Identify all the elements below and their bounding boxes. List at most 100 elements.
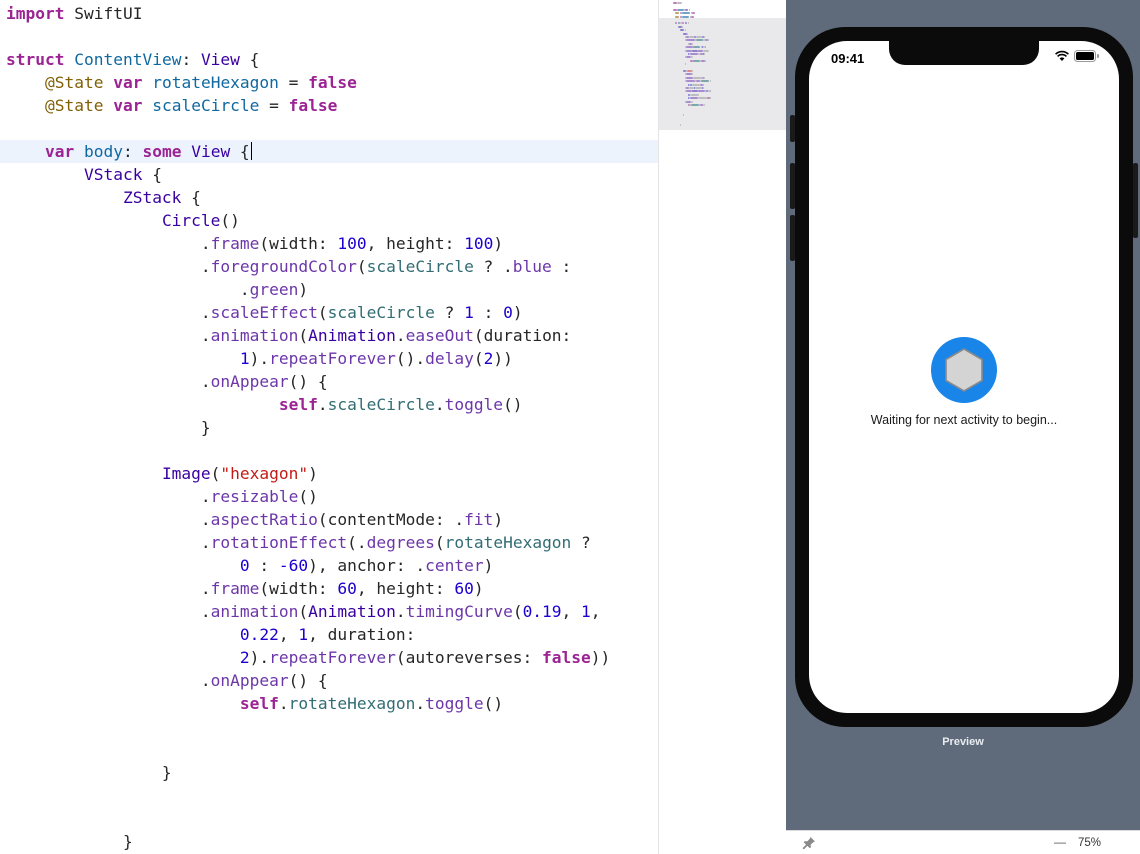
minimap-line	[692, 93, 700, 96]
code-line[interactable]	[0, 439, 658, 462]
code-line[interactable]: import SwiftUI	[0, 2, 658, 25]
code-token: animation	[210, 602, 299, 621]
code-line[interactable]: .animation(Animation.easeOut(duration:	[0, 324, 658, 347]
code-line[interactable]: .frame(width: 60, height: 60)	[0, 577, 658, 600]
code-token: 1	[298, 625, 309, 644]
code-token: .	[6, 487, 211, 506]
code-token: 0.19	[522, 602, 562, 621]
code-token: {	[239, 50, 260, 69]
code-token: self	[239, 694, 279, 713]
code-token: (	[356, 257, 367, 276]
code-editor[interactable]: import SwiftUI struct ContentView: View {…	[0, 0, 658, 854]
code-token: .	[6, 257, 211, 276]
code-token: 1	[464, 303, 474, 322]
code-token: 60	[337, 579, 357, 598]
code-line[interactable]: .onAppear() {	[0, 669, 658, 692]
code-line[interactable]: self.rotateHexagon.toggle()	[0, 692, 658, 715]
minimap-line	[702, 87, 704, 89]
code-line[interactable]	[0, 807, 658, 830]
code-line[interactable]: .aspectRatio(contentMode: .fit)	[0, 508, 658, 531]
code-token: easeOut	[405, 326, 474, 345]
code-token: rotateHexagon	[152, 73, 279, 92]
minimap[interactable]	[658, 0, 786, 854]
code-token: toggle	[425, 694, 484, 713]
code-line[interactable]: @State var rotateHexagon = false	[0, 71, 658, 94]
minimap-line	[689, 53, 698, 55]
code-token: var	[44, 142, 75, 161]
code-token: ), anchor: .	[308, 556, 426, 575]
code-token: }	[6, 418, 211, 437]
code-line[interactable]: .frame(width: 100, height: 100)	[0, 232, 658, 255]
code-line[interactable]: .rotationEffect(.degrees(rotateHexagon ?	[0, 531, 658, 554]
minimap-viewport[interactable]	[659, 18, 786, 130]
code-token: @State	[44, 96, 104, 115]
code-line[interactable]: }	[0, 830, 658, 853]
code-token: scaleCircle	[152, 96, 260, 115]
code-line[interactable]	[0, 738, 658, 761]
code-token: .	[6, 303, 211, 322]
zoom-out-button[interactable]: —	[1054, 835, 1066, 849]
code-token: 60	[454, 579, 474, 598]
code-line[interactable]: VStack {	[0, 163, 658, 186]
code-line[interactable]: struct ContentView: View {	[0, 48, 658, 71]
code-token: ))	[493, 349, 513, 368]
zoom-level[interactable]: 75%	[1078, 837, 1101, 849]
code-token: @State	[44, 73, 104, 92]
code-line[interactable]: }	[0, 761, 658, 784]
code-line[interactable]: .scaleEffect(scaleCircle ? 1 : 0)	[0, 301, 658, 324]
code-line[interactable]	[0, 117, 658, 140]
minimap-line	[693, 46, 701, 49]
code-line[interactable]: }	[0, 416, 658, 439]
hexagon-icon	[945, 348, 983, 392]
code-line[interactable]: .resizable()	[0, 485, 658, 508]
code-line[interactable]: .onAppear() {	[0, 370, 658, 393]
code-line[interactable]	[0, 25, 658, 48]
code-token: ().	[395, 349, 426, 368]
code-token: var	[113, 96, 143, 115]
minimap-line	[677, 8, 685, 11]
code-line[interactable]: 0 : -60), anchor: .center)	[0, 554, 658, 577]
preview-label: Preview	[942, 736, 984, 748]
code-token: self	[278, 395, 318, 414]
code-token: 0	[503, 303, 513, 322]
canvas-bottom-bar: — 75%	[786, 830, 1140, 854]
code-token: green	[249, 280, 299, 299]
code-line[interactable]: 0.22, 1, duration:	[0, 623, 658, 646]
code-line[interactable]	[0, 715, 658, 738]
minimap-line	[685, 8, 688, 11]
code-line[interactable]: .animation(Animation.timingCurve(0.19, 1…	[0, 600, 658, 623]
code-token: )	[493, 510, 504, 529]
code-token: ()	[483, 694, 504, 713]
code-token: Animation	[308, 602, 396, 621]
code-token: (width:	[259, 579, 338, 598]
code-token: rotationEffect	[210, 533, 348, 552]
code-token: .	[395, 602, 406, 621]
code-line[interactable]	[0, 784, 658, 807]
code-token: (	[298, 326, 309, 345]
code-token: )	[473, 579, 484, 598]
code-token: fit	[464, 510, 494, 529]
code-line[interactable]: ZStack {	[0, 186, 658, 209]
code-line[interactable]: 2).repeatForever(autoreverses: false))	[0, 646, 658, 669]
code-token: =	[278, 73, 309, 92]
code-line[interactable]: var body: some View {	[0, 140, 658, 163]
code-line[interactable]: 1).repeatForever().delay(2))	[0, 347, 658, 370]
code-line[interactable]: Image("hexagon")	[0, 462, 658, 485]
pin-icon[interactable]	[802, 836, 816, 850]
code-line[interactable]: .green)	[0, 278, 658, 301]
code-line[interactable]: self.scaleCircle.toggle()	[0, 393, 658, 416]
code-line[interactable]: @State var scaleCircle = false	[0, 94, 658, 117]
code-token: (duration:	[473, 326, 572, 345]
code-token: scaleEffect	[210, 303, 318, 322]
code-token: ()	[298, 487, 318, 506]
code-line[interactable]: Circle()	[0, 209, 658, 232]
code-line[interactable]: .foregroundColor(scaleCircle ? .blue :	[0, 255, 658, 278]
code-token: 100	[464, 234, 494, 253]
